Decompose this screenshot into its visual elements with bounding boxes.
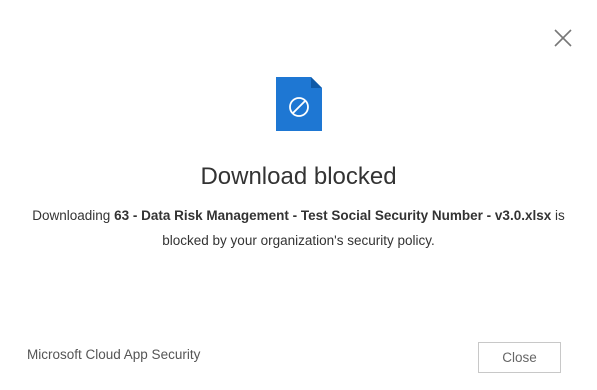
product-name: Microsoft Cloud App Security xyxy=(27,347,201,362)
blocked-file-icon xyxy=(276,77,322,131)
blocked-filename: 63 - Data Risk Management - Test Social … xyxy=(114,208,552,223)
close-icon[interactable] xyxy=(553,28,573,48)
dialog-title: Download blocked xyxy=(200,163,397,190)
close-button[interactable]: Close xyxy=(478,342,561,373)
blocked-message: Downloading 63 - Data Risk Management - … xyxy=(20,203,577,253)
message-prefix: Downloading xyxy=(32,208,115,223)
download-blocked-dialog: Download blocked Downloading 63 - Data R… xyxy=(0,0,597,390)
